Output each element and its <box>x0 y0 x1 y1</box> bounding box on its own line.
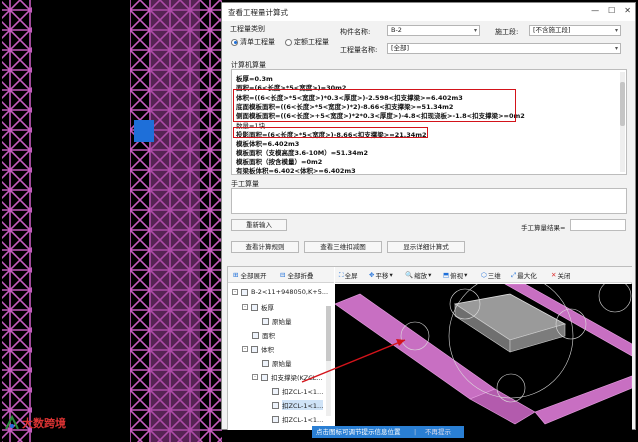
tooltip-dismiss-button[interactable]: 不再提示 <box>425 426 451 438</box>
annotation-arrow-layer <box>301 339 406 383</box>
tooltip-separator: | <box>414 428 417 436</box>
tooltip-text: 点击图标可调节提示信息位置 <box>316 428 401 436</box>
hint-tooltip[interactable]: 点击图标可调节提示信息位置 | 不再提示 <box>312 426 464 438</box>
annotation-arrow <box>301 339 406 383</box>
